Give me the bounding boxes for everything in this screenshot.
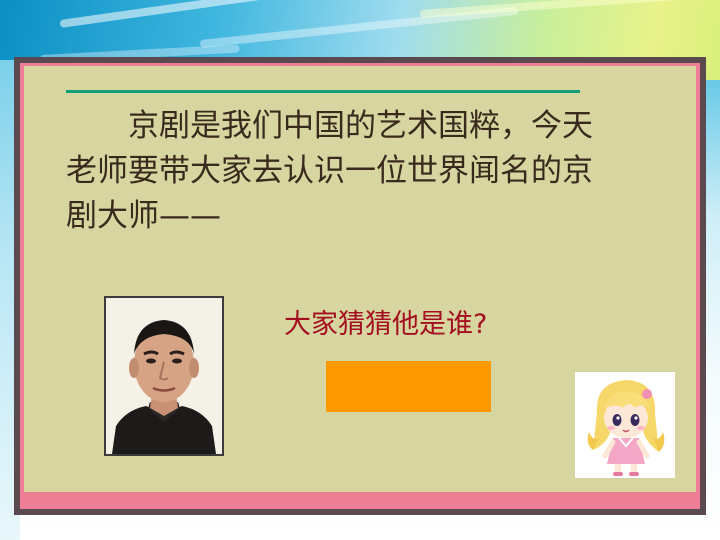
cartoon-illustration [575, 372, 675, 478]
answer-reveal-button[interactable] [326, 361, 491, 412]
portrait-illustration [106, 298, 222, 454]
intro-text: 京剧是我们中国的艺术国粹，今天老师要带大家去认识一位世界闻名的京剧大师—— [66, 108, 593, 234]
cartoon-girl-image [575, 372, 675, 478]
question-text: 大家猜猜他是谁? [284, 309, 488, 340]
portrait-image [104, 296, 224, 456]
divider-line [66, 90, 580, 93]
